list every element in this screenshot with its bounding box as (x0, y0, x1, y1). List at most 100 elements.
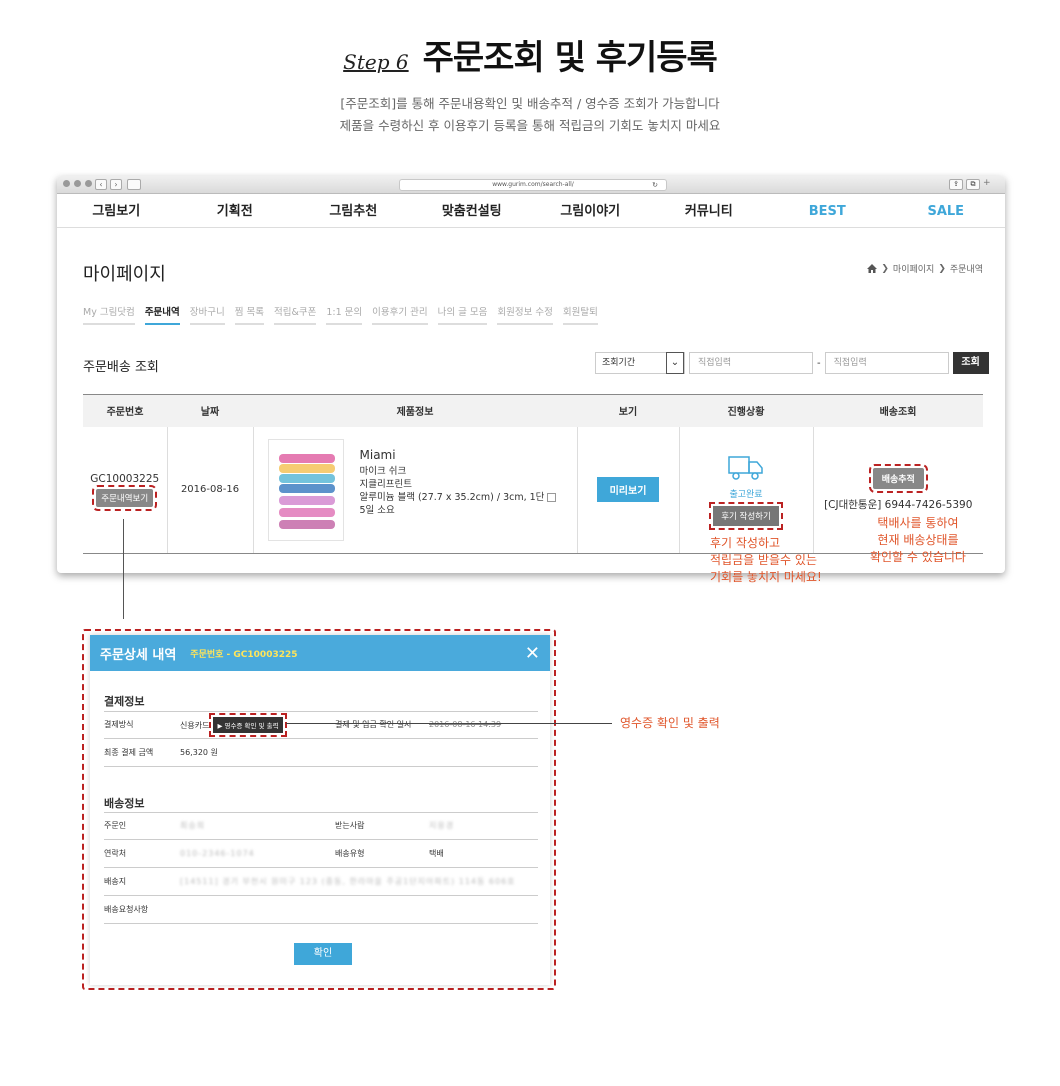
product-lead-time: 5일 소요 (359, 504, 395, 516)
address-bar[interactable]: www.gurim.com/search-all/↻ (399, 179, 667, 191)
share-icon[interactable]: ⇪ (949, 179, 963, 190)
payment-date: 2016-08-16 14:39 (429, 720, 502, 729)
col-header-order-no: 주문번호 (83, 394, 167, 427)
tabs-icon[interactable]: ⧉ (966, 179, 980, 190)
amount-row: 최종 결제 금액 56,320 원 (104, 739, 538, 767)
nav-item-best[interactable]: BEST (768, 194, 887, 227)
tab-my-posts[interactable]: 나의 글 모음 (437, 304, 488, 325)
tab-inquiry[interactable]: 1:1 문의 (326, 304, 363, 325)
receipt-button[interactable]: ▶ 영수증 확인 및 출력 (209, 712, 287, 737)
track-delivery-button[interactable]: 배송추적 (868, 463, 928, 493)
status-badge: 출고완료 (729, 489, 763, 500)
product-frame: 알루미늄 블랙 (27.7 x 35.2cm) / 3cm, 1단 (359, 491, 545, 503)
modal-title: 주문상세 내역 (100, 647, 177, 663)
chevron-down-icon[interactable]: ⌄ (666, 352, 684, 374)
tracking-note: 택배사를 통하여 현재 배송상태를 확인할 수 있습니다 (870, 516, 966, 564)
orderer-row: 주문인 최승희 받는사람 지응경 (104, 812, 538, 840)
close-icon[interactable]: ✕ (525, 643, 540, 664)
step-label: Step 6 (343, 50, 409, 74)
forward-icon[interactable]: › (110, 179, 122, 190)
receipt-connector-line (286, 723, 612, 724)
write-review-button[interactable]: 후기 작성하기 (709, 501, 783, 530)
nav-item-community[interactable]: 커뮤니티 (650, 194, 769, 227)
order-detail-modal: 주문상세 내역 주문번호 - GC10003225 ✕ 결제정보 결제방식 신용… (90, 635, 550, 985)
search-bar: 조회기간 ⌄ 직접입력 - 직접입력 조회 (595, 352, 989, 374)
new-tab-icon[interactable]: + (983, 179, 993, 190)
modal-header: 주문상세 내역 주문번호 - GC10003225 ✕ (90, 635, 550, 671)
nav-item-gallery[interactable]: 그림보기 (57, 194, 176, 227)
crumb-mypage[interactable]: 마이페이지 (893, 262, 934, 275)
table-row: GC10003225 주문내역보기 2016-08-16 Miami 마이크 쉬… (83, 426, 983, 554)
shipping-type: 택배 (429, 849, 444, 858)
order-no-cell: GC10003225 주문내역보기 (83, 426, 168, 554)
nav-item-sale[interactable]: SALE (887, 194, 1006, 227)
address-row: 배송지 [14511] 경기 부천시 원미구 123 (중동, 한라마을 주공1… (104, 868, 538, 896)
page-heading: 주문조회 및 후기등록 (422, 38, 718, 78)
breadcrumb: ❯ 마이페이지 ❯ 주문내역 (867, 262, 983, 275)
tab-withdraw[interactable]: 회원탈퇴 (562, 304, 598, 325)
tab-wishlist[interactable]: 찜 목록 (234, 304, 264, 325)
order-detail-button[interactable]: 주문내역보기 (92, 484, 158, 511)
zoom-dot-icon[interactable] (85, 180, 92, 187)
chevron-right-icon: ❯ (881, 263, 889, 274)
contact-row: 연락처 010-2346-1074 배송유형 택배 (104, 840, 538, 868)
order-number: GC10003225 (90, 472, 160, 485)
home-icon[interactable] (867, 264, 878, 273)
request-row: 배송요청사항 (104, 896, 538, 924)
section-title: 주문배송 조회 (83, 360, 159, 375)
connector-line (123, 519, 124, 619)
product-artist: 마이크 쉬크 (359, 465, 407, 477)
tab-points[interactable]: 적립&쿠폰 (274, 304, 317, 325)
product-print-type: 지클리프린트 (359, 478, 412, 490)
back-icon[interactable]: ‹ (95, 179, 107, 190)
reload-icon[interactable]: ↻ (652, 180, 658, 190)
tab-my-gurim[interactable]: My 그림닷컴 (83, 304, 135, 325)
description-line-2: 제품을 수령하신 후 이용후기 등록을 통해 적립금의 기회도 놓치지 마세요 (339, 118, 721, 133)
shipping-section-title: 배송정보 (104, 797, 145, 810)
truck-icon (728, 456, 763, 480)
tab-cart[interactable]: 장바구니 (189, 304, 225, 325)
product-name[interactable]: Miami (360, 448, 557, 462)
checkbox-icon[interactable] (547, 492, 557, 502)
confirm-button[interactable]: 확인 (294, 943, 352, 965)
product-thumbnail[interactable] (267, 438, 344, 541)
mypage-title: 마이페이지 (83, 264, 166, 285)
view-cell: 미리보기 (577, 426, 680, 554)
sidebar-icon[interactable] (127, 179, 141, 190)
payment-section-title: 결제정보 (104, 695, 145, 708)
range-dash: - (817, 357, 821, 369)
col-header-date: 날짜 (167, 394, 253, 427)
close-dot-icon[interactable] (63, 180, 70, 187)
tab-orders[interactable]: 주문내역 (144, 304, 180, 325)
nav-item-exhibition[interactable]: 기획전 (176, 194, 295, 227)
highlight-frame: 주문상세 내역 주문번호 - GC10003225 ✕ 결제정보 결제방식 신용… (82, 629, 556, 990)
step-header: Step 6 주문조회 및 후기등록 [주문조회]를 통해 주문내용확인 및 배… (0, 30, 1060, 137)
modal-order-number: 주문번호 - GC10003225 (190, 649, 298, 660)
start-date-input[interactable]: 직접입력 (689, 352, 813, 374)
browser-window: ‹ › www.gurim.com/search-all/↻ ⇪ ⧉ + 그림보기 기… (57, 176, 1005, 573)
tab-edit-profile[interactable]: 회원정보 수정 (497, 304, 553, 325)
nav-item-story[interactable]: 그림이야기 (531, 194, 650, 227)
end-date-input[interactable]: 직접입력 (824, 352, 949, 374)
period-select[interactable]: 조회기간 ⌄ (595, 352, 685, 374)
final-amount: 56,320 원 (180, 748, 218, 757)
mypage-tabs: My 그림닷컴 주문내역 장바구니 찜 목록 적립&쿠폰 1:1 문의 이용후기… (83, 304, 598, 325)
product-cell: Miami 마이크 쉬크 지클리프린트 알루미늄 블랙 (27.7 x 35.2… (253, 426, 578, 554)
nav-item-consulting[interactable]: 맞춤컨설팅 (413, 194, 532, 227)
order-date: 2016-08-16 (167, 426, 254, 554)
nav-item-recommend[interactable]: 그림추천 (294, 194, 413, 227)
col-header-product: 제품정보 (253, 394, 577, 427)
receiver-name: 지응경 (429, 821, 455, 830)
main-nav: 그림보기 기획전 그림추천 맞춤컨설팅 그림이야기 커뮤니티 BEST SALE (57, 194, 1005, 228)
orders-table: 주문번호 날짜 제품정보 보기 진행상황 배송조회 GC10003225 주문내… (83, 394, 983, 554)
col-header-tracking: 배송조회 (813, 394, 983, 427)
crumb-orders: 주문내역 (949, 265, 983, 275)
review-note: 후기 작성하고 적립금을 받을수 있는 기회를 놓치지 마세요! (710, 536, 822, 584)
payment-method: 신용카드 (180, 720, 210, 730)
preview-button[interactable]: 미리보기 (596, 477, 660, 503)
browser-toolbar: ‹ › www.gurim.com/search-all/↻ ⇪ ⧉ + (57, 176, 1005, 194)
receipt-note: 영수증 확인 및 출력 (620, 716, 720, 730)
tab-reviews[interactable]: 이용후기 관리 (372, 304, 428, 325)
search-button[interactable]: 조회 (952, 352, 989, 374)
minimize-dot-icon[interactable] (74, 180, 81, 187)
